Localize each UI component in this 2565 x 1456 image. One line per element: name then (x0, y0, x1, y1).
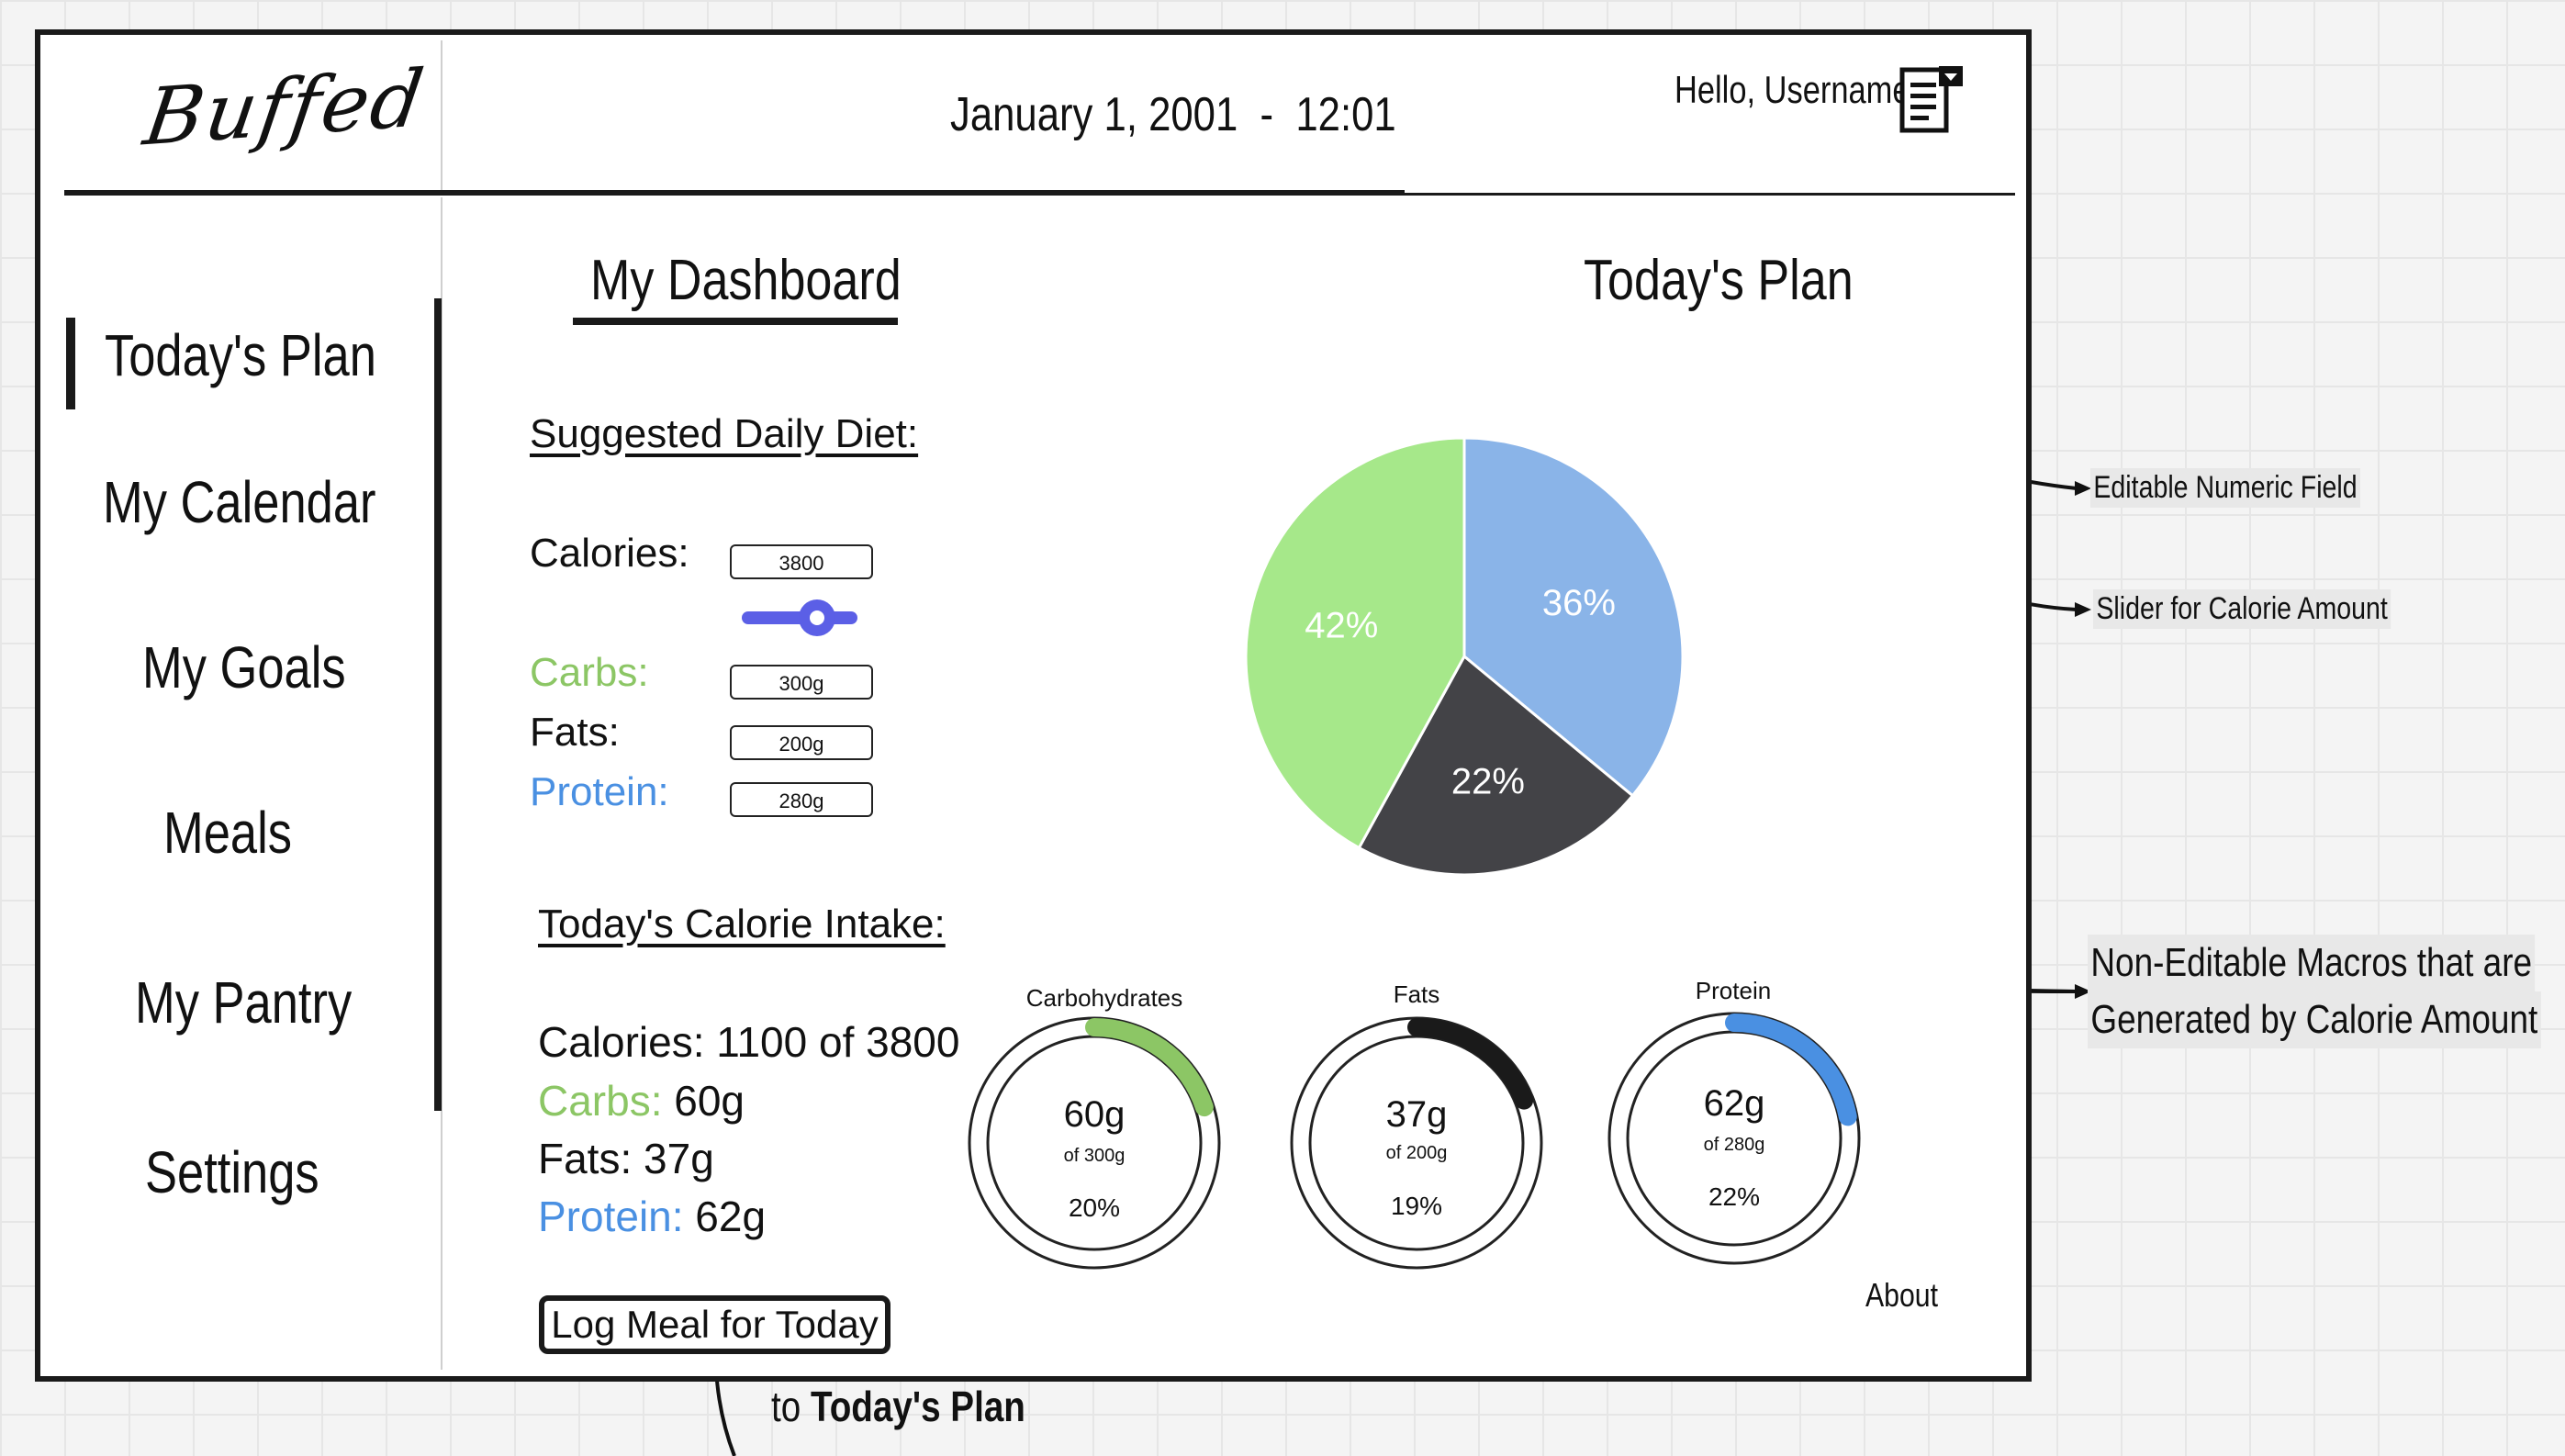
gauge-carbs-of: of 300g (1063, 1146, 1126, 1166)
gauge-protein-title: Protein (1695, 977, 1772, 1004)
log-meal-button[interactable]: Log Meal for Today (539, 1295, 890, 1354)
flow-prefix: to (771, 1383, 811, 1430)
gauge-fats-title: Fats (1393, 980, 1440, 1008)
sidebar-item-my-calendar[interactable]: My Calendar (103, 468, 376, 536)
pie-label-0: 36% (1542, 583, 1616, 623)
calorie-slider-handle[interactable] (799, 599, 835, 636)
header-rule-thin (1400, 193, 2015, 196)
nav-rail (434, 298, 442, 1111)
carbs-value-field: 300g (730, 665, 873, 700)
macro-pie-chart: 36% 22% 42% (1244, 436, 1685, 877)
gauge-carbs-title: Carbohydrates (1025, 984, 1183, 1012)
sidebar-item-todays-plan[interactable]: Today's Plan (105, 321, 376, 389)
intake-heading: Today's Calorie Intake: (538, 902, 946, 946)
suggested-diet-heading: Suggested Daily Diet: (530, 411, 919, 456)
intake-protein-label: Protein: (538, 1193, 684, 1240)
plan-title: Today's Plan (1584, 249, 1854, 312)
annotation-macros-line2: Generated by Calorie Amount (2088, 991, 2541, 1048)
page-title-underline (573, 318, 898, 325)
pie-label-1: 22% (1451, 762, 1525, 802)
sidebar-item-settings[interactable]: Settings (145, 1138, 319, 1206)
fats-value-field: 200g (730, 725, 873, 760)
intake-fats: Fats: 37g (538, 1135, 714, 1182)
gauge-fats-value: 37g (1385, 1094, 1448, 1135)
carbs-label: Carbs: (530, 650, 649, 695)
gauge-protein-pct: 22% (1708, 1182, 1761, 1211)
intake-carbs-label: Carbs: (538, 1077, 663, 1125)
nav-active-indicator (66, 318, 75, 409)
sidebar-item-my-pantry[interactable]: My Pantry (135, 969, 352, 1036)
sidebar-item-meals[interactable]: Meals (163, 799, 292, 867)
about-link[interactable]: About (1865, 1276, 1938, 1315)
header-logo-divider (441, 40, 442, 195)
protein-value-field: 280g (730, 782, 873, 817)
calories-label: Calories: (530, 531, 689, 576)
annotation-editable-field: Editable Numeric Field (2090, 468, 2361, 508)
annotation-slider: Slider for Calorie Amount (2093, 589, 2391, 629)
intake-protein-value: 62g (683, 1193, 767, 1240)
header-rule (64, 190, 1405, 196)
sidebar-item-my-goals[interactable]: My Goals (142, 633, 346, 701)
gauge-fats-of: of 200g (1385, 1143, 1448, 1163)
user-greeting: Hello, Username (1675, 68, 1910, 111)
intake-protein: Protein: 62g (538, 1192, 766, 1241)
gauge-carbs-pct: 20% (1068, 1193, 1121, 1222)
flow-target: Today's Plan (810, 1383, 1025, 1430)
intake-calories: Calories: 1100 of 3800 (538, 1018, 960, 1066)
calories-input[interactable]: 3800 (730, 544, 873, 579)
page-title: My Dashboard (590, 249, 902, 312)
gauge-carbs-value: 60g (1063, 1094, 1126, 1135)
gauge-protein-value: 62g (1703, 1083, 1765, 1124)
user-menu-icon[interactable] (1899, 66, 1965, 136)
pie-label-2: 42% (1305, 606, 1378, 646)
protein-label: Protein: (530, 769, 669, 814)
fats-label: Fats: (530, 710, 620, 755)
intake-carbs: Carbs: 60g (538, 1076, 745, 1126)
annotation-macros-line1: Non-Editable Macros that are (2088, 935, 2536, 991)
intake-carbs-value: 60g (662, 1077, 745, 1125)
gauge-protein-of: of 280g (1703, 1135, 1765, 1155)
gauge-fats-pct: 19% (1390, 1192, 1443, 1220)
flow-annotation: to Today's Plan (771, 1382, 1025, 1431)
header-datetime: January 1, 2001 - 12:01 (950, 88, 1396, 141)
